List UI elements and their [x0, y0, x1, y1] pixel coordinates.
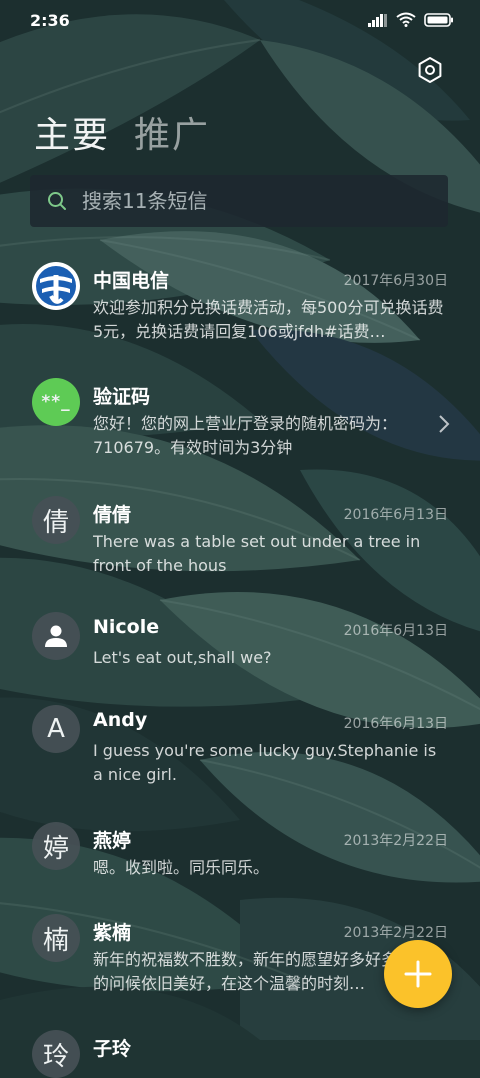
settings-icon[interactable]: [416, 56, 444, 84]
search-input[interactable]: [80, 188, 404, 214]
avatar: 楠: [32, 914, 80, 962]
avatar: 婷: [32, 822, 80, 870]
conversation-item[interactable]: Nicole 2016年6月13日 Let's eat out,shall we…: [0, 612, 480, 682]
message-date: 2013年2月22日: [343, 925, 448, 941]
search-icon: [48, 192, 66, 210]
chevron-right-icon: [439, 415, 450, 433]
contact-name: 验证码: [93, 386, 151, 408]
conversation-item[interactable]: 玲 子玲: [0, 1030, 480, 1078]
avatar: [32, 612, 80, 660]
avatar: 倩: [32, 496, 80, 544]
search-bar[interactable]: [30, 175, 448, 227]
contact-name: 中国电信: [93, 270, 170, 292]
telecom-logo-icon: [36, 266, 76, 306]
contact-name: 倩倩: [93, 504, 132, 526]
wifi-icon: [396, 12, 416, 27]
new-message-button[interactable]: [384, 940, 452, 1008]
plus-icon: [404, 960, 432, 988]
contact-name: 燕婷: [93, 830, 132, 852]
message-preview: There was a table set out under a tree i…: [93, 532, 421, 575]
contact-name: Andy: [93, 709, 148, 731]
contact-name: 紫楠: [93, 922, 132, 944]
status-bar: 2:36: [0, 0, 480, 42]
signal-icon: [368, 13, 387, 27]
status-icons: [368, 12, 454, 27]
china-telecom-logo: [32, 262, 80, 310]
tab-promotion[interactable]: 推广: [134, 106, 210, 158]
tab-bar: 主要 推广: [34, 106, 210, 158]
message-date: 2016年6月13日: [343, 716, 448, 732]
status-time: 2:36: [30, 11, 70, 30]
conversation-item[interactable]: 中国电信 2017年6月30日 欢迎参加积分兑换话费活动，每500分可兑换话费5…: [0, 262, 480, 352]
message-preview: 欢迎参加积分兑换话费活动，每500分可兑换话费5元，兑换话费请回复106或jfd…: [93, 298, 444, 341]
message-preview: Let's eat out,shall we?: [93, 648, 272, 667]
avatar: 玲: [32, 1030, 80, 1078]
message-date: 2017年6月30日: [343, 273, 448, 289]
contact-name: Nicole: [93, 616, 160, 638]
message-date: 2013年2月22日: [343, 833, 448, 849]
message-preview: 嗯。收到啦。同乐同乐。: [93, 858, 270, 877]
contact-name: 子玲: [93, 1038, 132, 1060]
conversation-item[interactable]: A Andy 2016年6月13日 I guess you're some lu…: [0, 705, 480, 795]
tab-main[interactable]: 主要: [34, 106, 110, 158]
message-date: 2016年6月13日: [343, 623, 448, 639]
battery-icon: [424, 12, 453, 27]
message-date: 2016年6月13日: [343, 507, 448, 523]
conversation-item[interactable]: **_ 验证码 您好！您的网上营业厅登录的随机密码为：710679。有效时间为3…: [0, 378, 480, 468]
verification-code-avatar: **_: [32, 378, 80, 426]
message-preview: I guess you're some lucky guy.Stephanie …: [93, 741, 437, 784]
conversation-item[interactable]: 倩 倩倩 2016年6月13日 There was a table set ou…: [0, 496, 480, 586]
person-icon: [45, 625, 67, 647]
avatar: A: [32, 705, 80, 753]
message-preview: 您好！您的网上营业厅登录的随机密码为：710679。有效时间为3分钟: [93, 414, 398, 457]
conversation-item[interactable]: 婷 燕婷 2013年2月22日 嗯。收到啦。同乐同乐。: [0, 822, 480, 892]
